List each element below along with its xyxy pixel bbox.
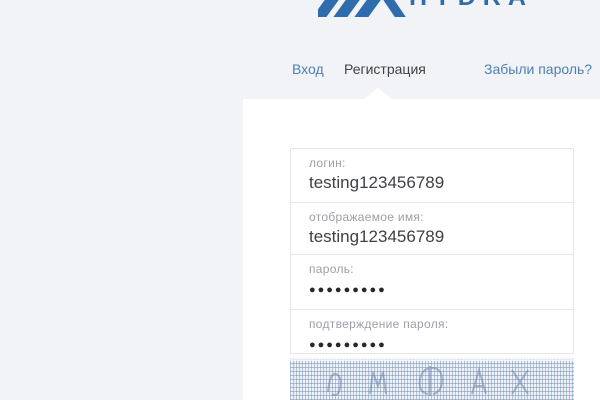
registration-form: логин: отображаемое имя: пароль: подтвер… [290,148,574,354]
logo-wordmark[interactable]: HYDRA [409,0,569,10]
captcha-image[interactable] [290,358,574,400]
tab-login[interactable]: Вход [292,61,324,77]
logo-text: HYDRA [409,0,533,10]
tab-registration[interactable]: Регистрация [344,61,426,77]
login-field[interactable]: логин: [291,149,573,203]
password-label: пароль: [309,262,555,276]
display-name-field[interactable]: отображаемое имя: [291,203,573,255]
captcha-glyphs [290,358,574,400]
password-confirm-field[interactable]: подтверждение пароля: [291,310,573,353]
password-field[interactable]: пароль: [291,255,573,310]
display-name-label: отображаемое имя: [309,210,555,224]
password-confirm-label: подтверждение пароля: [309,317,555,331]
tab-forgot-password[interactable]: Забыли пароль? [484,61,592,77]
logo-icon[interactable] [318,0,406,17]
password-input[interactable] [309,279,555,296]
login-input[interactable] [309,173,555,193]
active-tab-caret [364,88,392,99]
login-label: логин: [309,156,555,170]
registration-page: HYDRA Вход Регистрация Забыли пароль? ло… [0,0,600,400]
password-confirm-input[interactable] [309,334,555,351]
display-name-input[interactable] [309,227,555,247]
